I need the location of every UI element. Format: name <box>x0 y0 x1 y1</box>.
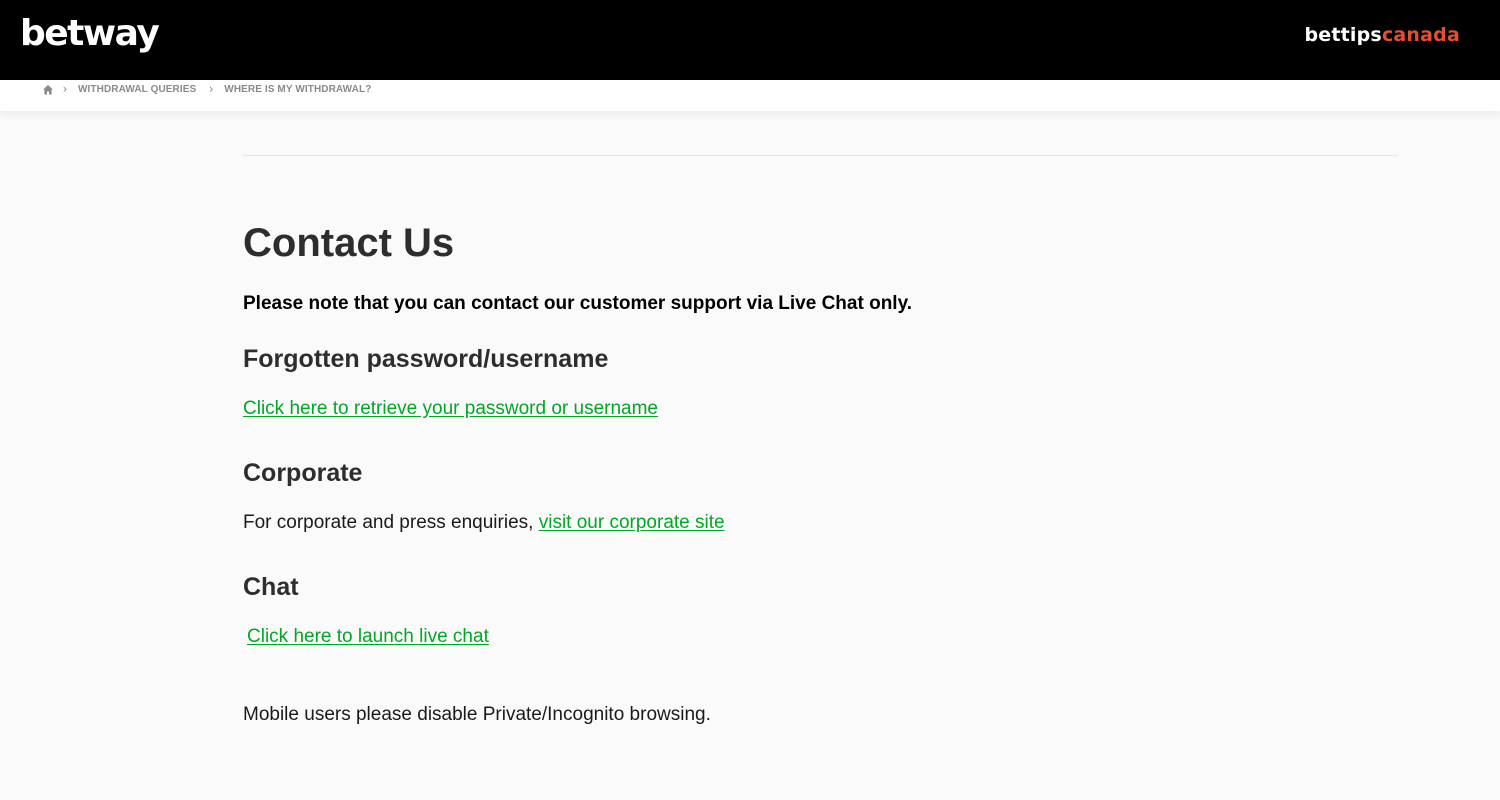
top-header: betway bettipscanada <box>0 0 1500 80</box>
chat-row: Click here to launch live chat <box>247 625 489 649</box>
forgotten-row: Click here to retrieve your password or … <box>243 397 658 421</box>
content-divider <box>243 155 1398 156</box>
corporate-heading: Corporate <box>243 459 363 487</box>
partner-logo-part2: canada <box>1381 24 1460 46</box>
partner-logo-part1: bettips <box>1304 24 1382 46</box>
forgotten-heading: Forgotten password/username <box>243 345 609 373</box>
chevron-right-icon: › <box>208 82 214 96</box>
home-icon[interactable] <box>42 83 54 95</box>
corporate-text: For corporate and press enquiries, <box>243 512 534 533</box>
partner-logo[interactable]: bettipscanada <box>1304 22 1460 48</box>
live-chat-notice: Please note that you can contact our cus… <box>243 293 913 314</box>
corporate-row: For corporate and press enquiries, visit… <box>243 511 725 535</box>
chat-heading: Chat <box>243 573 299 601</box>
launch-live-chat-link[interactable]: Click here to launch live chat <box>247 626 489 647</box>
corporate-site-link[interactable]: visit our corporate site <box>539 512 725 533</box>
breadcrumb-item-withdrawal-queries[interactable]: WITHDRAWAL QUERIES <box>78 84 196 95</box>
breadcrumb-bar: › WITHDRAWAL QUERIES › WHERE IS MY WITHD… <box>0 80 1500 111</box>
page-title: Contact Us <box>243 221 455 265</box>
betway-logo[interactable]: betway <box>20 10 160 58</box>
chevron-right-icon: › <box>62 82 68 96</box>
mobile-note: Mobile users please disable Private/Inco… <box>243 704 711 725</box>
breadcrumb-item-where-is-my-withdrawal[interactable]: WHERE IS MY WITHDRAWAL? <box>224 84 371 95</box>
breadcrumb: › WITHDRAWAL QUERIES › WHERE IS MY WITHD… <box>42 81 371 97</box>
retrieve-credentials-link[interactable]: Click here to retrieve your password or … <box>243 398 658 419</box>
